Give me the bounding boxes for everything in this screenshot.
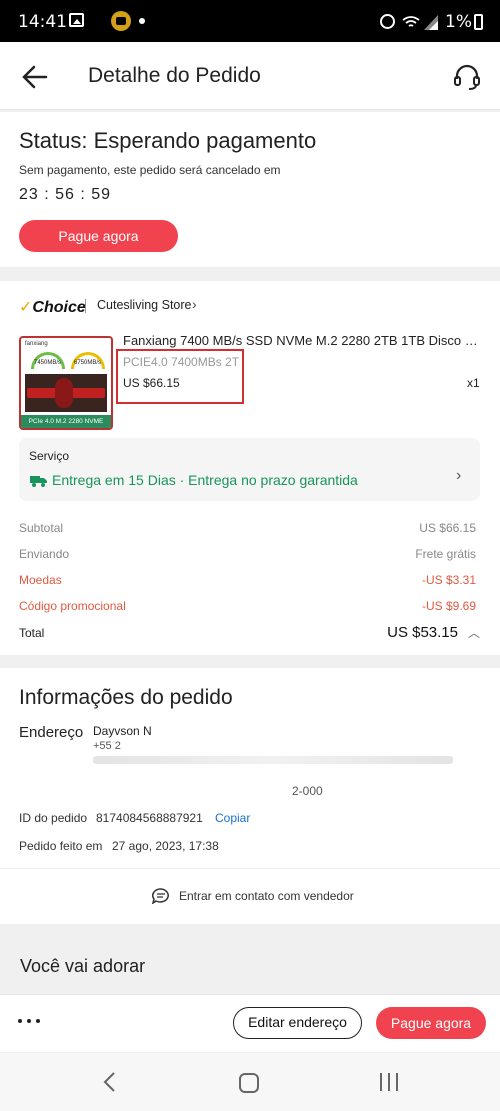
product-quantity: x1 xyxy=(467,376,480,390)
order-date-row: Pedido feito em 27 ago, 2023, 17:38 xyxy=(19,839,219,853)
coins-row: Moedas -US $3.31 xyxy=(19,573,480,591)
subtotal-label: Subtotal xyxy=(19,521,64,535)
read-speed-text: 7450MB/s xyxy=(34,360,62,366)
service-panel[interactable]: Serviço Entrega em 15 Dias · Entrega no … xyxy=(19,438,480,501)
order-id-label: ID do pedido xyxy=(19,811,88,825)
product-thumbnail[interactable]: fanxiang 7450MB/s 6750MB/s PCIe 4.0 M.2 … xyxy=(19,336,113,430)
wifi-icon xyxy=(402,16,420,27)
chat-bubble-icon xyxy=(152,888,169,904)
order-id-value: 8174084568887921 xyxy=(96,811,203,825)
product-title[interactable]: Fanxiang 7400 MB/s SSD NVMe M.2 2280 2TB… xyxy=(123,333,480,348)
back-arrow-icon[interactable] xyxy=(22,64,48,90)
notification-dot-icon xyxy=(139,18,145,24)
app-notification-icon xyxy=(111,11,131,31)
promo-code-row: Código promocional -US $9.69 xyxy=(19,599,480,617)
headset-icon[interactable] xyxy=(452,62,482,92)
battery-percent: 1% xyxy=(445,12,472,32)
section-title: Informações do pedido xyxy=(19,686,233,709)
recommendations-section: Você vai adorar xyxy=(0,938,500,998)
delivery-guarantee: Entrega em 15 Dias · Entrega no prazo ga… xyxy=(52,472,358,488)
write-speed-text: 6750MB/s xyxy=(74,360,102,366)
order-items-card: ✓Choice Cutesliving Store › fanxiang 745… xyxy=(0,281,500,655)
subtotal-value: US $66.15 xyxy=(419,521,476,535)
chevron-up-icon[interactable]: ︿ xyxy=(468,624,480,641)
promo-value: -US $9.69 xyxy=(421,599,476,613)
system-navigation-bar xyxy=(0,1053,500,1111)
total-row[interactable]: Total US $53.15 ︿ xyxy=(19,624,480,644)
chevron-right-icon[interactable]: › xyxy=(456,467,461,485)
clock: 14:41 xyxy=(18,12,67,32)
battery-icon xyxy=(474,14,483,30)
total-label: Total xyxy=(19,626,45,640)
back-nav-icon[interactable] xyxy=(100,1071,120,1093)
recent-apps-icon[interactable] xyxy=(380,1073,400,1091)
divider xyxy=(0,868,500,869)
bottom-action-bar: Editar endereço Pague agora xyxy=(0,994,500,1052)
shipping-value: Frete grátis xyxy=(415,547,476,561)
product-variant: PCIE4.0 7400MBs 2T xyxy=(123,355,240,369)
promo-label: Código promocional xyxy=(19,599,126,613)
shipping-label: Enviando xyxy=(19,547,70,561)
app-header: Detalhe do Pedido xyxy=(0,42,500,110)
more-options-icon[interactable] xyxy=(18,1019,42,1025)
order-date-label: Pedido feito em xyxy=(19,839,103,853)
status-title: Status: Esperando pagamento xyxy=(19,128,317,153)
countdown-timer: 23 : 56 : 59 xyxy=(19,186,112,203)
signal-icon xyxy=(424,15,438,30)
product-brand-text: fanxiang xyxy=(25,341,48,347)
pay-now-button[interactable]: Pague agora xyxy=(19,220,178,252)
store-name-link[interactable]: Cutesliving Store xyxy=(97,298,192,312)
shipping-row: Enviando Frete grátis xyxy=(19,547,480,565)
pay-now-button[interactable]: Pague agora xyxy=(376,1007,486,1039)
cancel-warning: Sem pagamento, este pedido será cancelad… xyxy=(19,163,281,177)
subtotal-row: Subtotal US $66.15 xyxy=(19,521,480,539)
choice-badge: ✓Choice xyxy=(19,297,86,317)
truck-icon xyxy=(30,476,47,487)
checkmark-icon: ✓ xyxy=(19,299,33,316)
chevron-right-icon[interactable]: › xyxy=(192,296,197,312)
copy-order-id-link[interactable]: Copiar xyxy=(215,811,250,825)
address-postal-code: 2-000 xyxy=(292,784,323,798)
pcie-label: PCIe 4.0 M.2 2280 NVME xyxy=(21,415,111,428)
system-status-bar: 14:41 1% xyxy=(0,0,500,42)
address-label: Endereço xyxy=(19,724,84,741)
alarm-icon xyxy=(380,14,395,29)
order-info-card: Informações do pedido Endereço Dayvson N… xyxy=(0,668,500,924)
coins-value: -US $3.31 xyxy=(421,573,476,587)
order-id-row: ID do pedido 8174084568887921 Copiar xyxy=(19,811,250,825)
section-title: Você vai adorar xyxy=(20,956,146,976)
address-phone: +55 2 xyxy=(93,740,121,752)
gallery-notification-icon xyxy=(69,13,84,27)
coins-label: Moedas xyxy=(19,573,62,587)
product-price: US $66.15 xyxy=(123,376,180,390)
address-name: Dayvson N xyxy=(93,724,152,738)
service-label: Serviço xyxy=(29,449,70,463)
choice-label: Choice xyxy=(32,299,86,316)
redacted-address xyxy=(93,756,453,764)
ssd-artwork xyxy=(25,374,107,412)
total-value: US $53.15 xyxy=(387,624,458,641)
order-date-value: 27 ago, 2023, 17:38 xyxy=(112,839,219,853)
order-status-card: Status: Esperando pagamento Sem pagament… xyxy=(0,112,500,267)
home-nav-icon[interactable] xyxy=(239,1073,259,1093)
page-title: Detalhe do Pedido xyxy=(88,64,261,87)
divider xyxy=(85,299,86,313)
edit-address-button[interactable]: Editar endereço xyxy=(233,1007,362,1039)
contact-seller-label: Entrar em contato com vendedor xyxy=(179,889,354,903)
